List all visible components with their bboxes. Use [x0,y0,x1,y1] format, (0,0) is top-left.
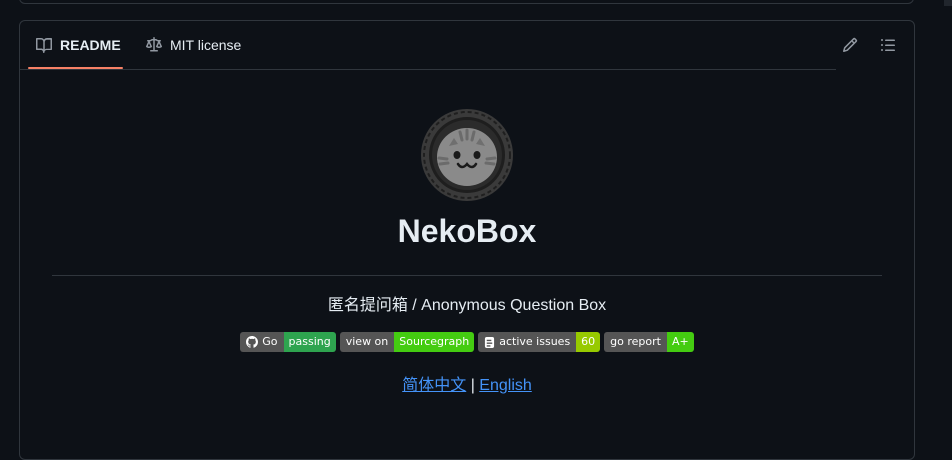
github-icon [246,336,259,348]
badge-row: Go passing view on Sourcegraph active is… [20,332,914,352]
tab-license[interactable]: MIT license [138,21,249,69]
project-subtitle: 匿名提问箱 / Anonymous Question Box [327,297,607,314]
go-badge[interactable]: Go passing [240,332,336,352]
language-separator: | [470,377,475,394]
readme-panel: README MIT license NekoBox 匿名提问箱 / Anony… [19,20,915,460]
tab-license-label: MIT license [170,37,242,53]
list-unordered-icon [881,39,895,51]
goreport-badge[interactable]: go report A+ [604,332,694,352]
tab-readme[interactable]: README [28,21,129,69]
edit-button[interactable] [838,33,862,57]
project-title: NekoBox [397,213,537,249]
pencil-icon [842,37,858,53]
link-simplified-chinese[interactable]: 简体中文 [402,377,466,394]
book-icon [36,37,52,53]
issues-badge-left: active issues [478,332,577,352]
go-badge-value: passing [283,332,336,352]
issues-badge-value: 60 [576,332,601,352]
deepsource-icon [485,336,495,348]
goreport-badge-value: A+ [666,332,694,352]
header-divider [20,69,836,70]
go-badge-left: Go [240,332,284,352]
sourcegraph-badge[interactable]: view on Sourcegraph [339,332,475,352]
previous-box-edge [19,0,914,4]
language-links: 简体中文 | English [20,375,914,397]
law-scale-icon [146,37,162,52]
link-english[interactable]: English [479,377,531,394]
sourcegraph-badge-value: Sourcegraph [394,332,475,352]
goreport-badge-label: go report [604,332,667,352]
scrollbar-edge[interactable] [944,0,952,6]
issues-badge[interactable]: active issues 60 [478,332,601,352]
issues-badge-label: active issues [499,335,571,348]
outline-button[interactable] [876,33,900,57]
go-badge-label: Go [262,335,278,348]
tab-readme-label: README [60,37,121,53]
cat-logo [421,109,513,201]
readme-header: README MIT license [20,21,914,69]
sourcegraph-badge-label: view on [339,332,395,352]
title-divider [52,275,882,276]
